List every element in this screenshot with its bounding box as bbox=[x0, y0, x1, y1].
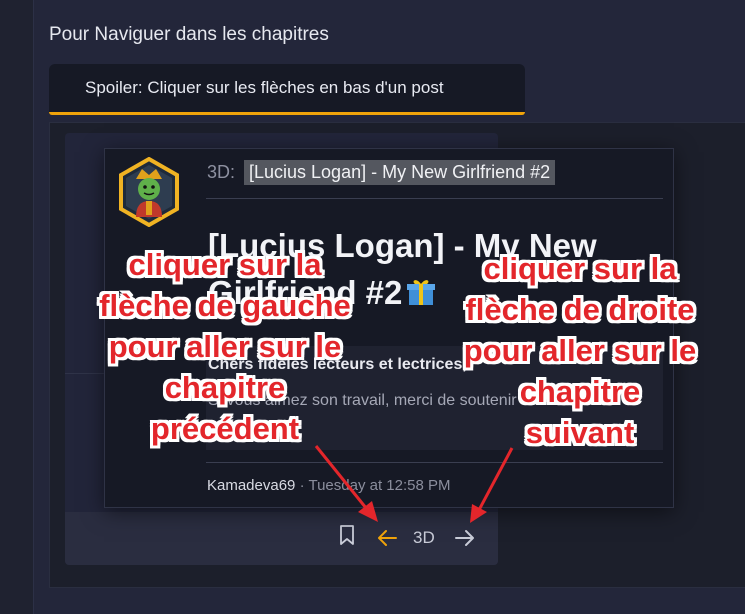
thread-prefix-tag: 3D bbox=[413, 528, 435, 547]
thread-title-link[interactable]: [Lucius Logan] - My New Girlfriend #2 bbox=[244, 160, 556, 185]
separator-line bbox=[206, 198, 663, 199]
annotation-previous-chapter: cliquer sur la flèche de gauche pour all… bbox=[60, 244, 390, 449]
section-title: Pour Naviguer dans les chapitres bbox=[49, 24, 329, 45]
avatar bbox=[119, 157, 179, 227]
meta-separator: · bbox=[299, 477, 305, 494]
spoiler-button[interactable]: Spoiler: Cliquer sur les flèches en bas … bbox=[49, 64, 525, 115]
arrow-right-icon[interactable] bbox=[454, 528, 476, 548]
annotation-line: suivant bbox=[525, 415, 635, 450]
annotation-line: chapitre bbox=[519, 374, 641, 409]
post-date: Tuesday at 12:58 PM bbox=[308, 477, 451, 494]
thread-prefix: 3D: bbox=[207, 162, 236, 182]
author-link[interactable]: Kamadeva69 bbox=[207, 477, 295, 494]
annotation-line: précédent bbox=[150, 411, 300, 446]
annotation-line: flèche de droite bbox=[465, 292, 695, 327]
annotation-line: flèche de gauche bbox=[99, 288, 351, 323]
spoiler-label: Spoiler: Cliquer sur les flèches en bas … bbox=[85, 78, 444, 97]
annotation-line: cliquer sur la bbox=[483, 251, 677, 286]
annotation-line: chapitre bbox=[164, 370, 286, 405]
annotation-line: pour aller sur le bbox=[463, 333, 697, 368]
annotation-line: cliquer sur la bbox=[128, 247, 322, 282]
annotation-line: pour aller sur le bbox=[108, 329, 342, 364]
separator-line bbox=[206, 462, 663, 463]
arrow-left-icon[interactable] bbox=[376, 528, 398, 548]
annotation-next-chapter: cliquer sur la flèche de droite pour all… bbox=[420, 248, 740, 453]
bookmark-icon[interactable] bbox=[338, 524, 356, 546]
post-meta: Kamadeva69 · Tuesday at 12:58 PM bbox=[207, 477, 451, 494]
